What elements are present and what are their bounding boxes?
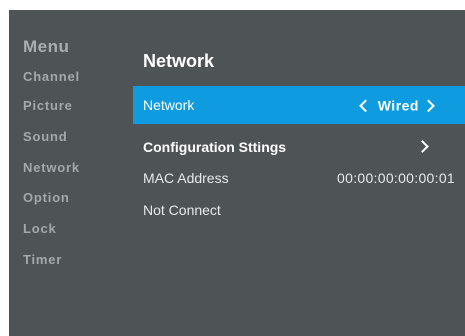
sidebar-item-network[interactable]: Network bbox=[23, 160, 80, 175]
configuration-settings-label: Configuration Sttings bbox=[143, 139, 287, 155]
network-type-label: Network bbox=[143, 97, 195, 113]
network-type-selector[interactable]: Wired bbox=[358, 96, 435, 114]
tv-settings-screen: Menu Channel Picture Sound Network Optio… bbox=[9, 10, 465, 336]
sidebar-item-option[interactable]: Option bbox=[23, 190, 70, 205]
connection-status-row: Not Connect bbox=[133, 191, 465, 229]
sidebar-item-lock[interactable]: Lock bbox=[23, 221, 57, 236]
mac-address-value: 00:00:00:00:00:01 bbox=[337, 170, 455, 186]
sidebar-item-picture[interactable]: Picture bbox=[23, 98, 73, 113]
sidebar-menu: Menu Channel Picture Sound Network Optio… bbox=[9, 10, 119, 336]
chevron-left-icon[interactable] bbox=[358, 99, 372, 113]
chevron-right-icon[interactable] bbox=[422, 99, 435, 113]
menu-title: Menu bbox=[23, 37, 70, 56]
sidebar-item-timer[interactable]: Timer bbox=[23, 252, 62, 267]
connection-status-label: Not Connect bbox=[143, 202, 221, 218]
network-type-value: Wired bbox=[377, 97, 419, 114]
sidebar-item-sound[interactable]: Sound bbox=[23, 129, 67, 144]
page-title: Network bbox=[143, 51, 215, 71]
network-type-row[interactable]: Network Wired bbox=[133, 86, 465, 124]
sidebar-item-channel[interactable]: Channel bbox=[23, 69, 80, 84]
chevron-right-icon[interactable] bbox=[413, 138, 429, 156]
mac-address-label: MAC Address bbox=[143, 170, 229, 186]
